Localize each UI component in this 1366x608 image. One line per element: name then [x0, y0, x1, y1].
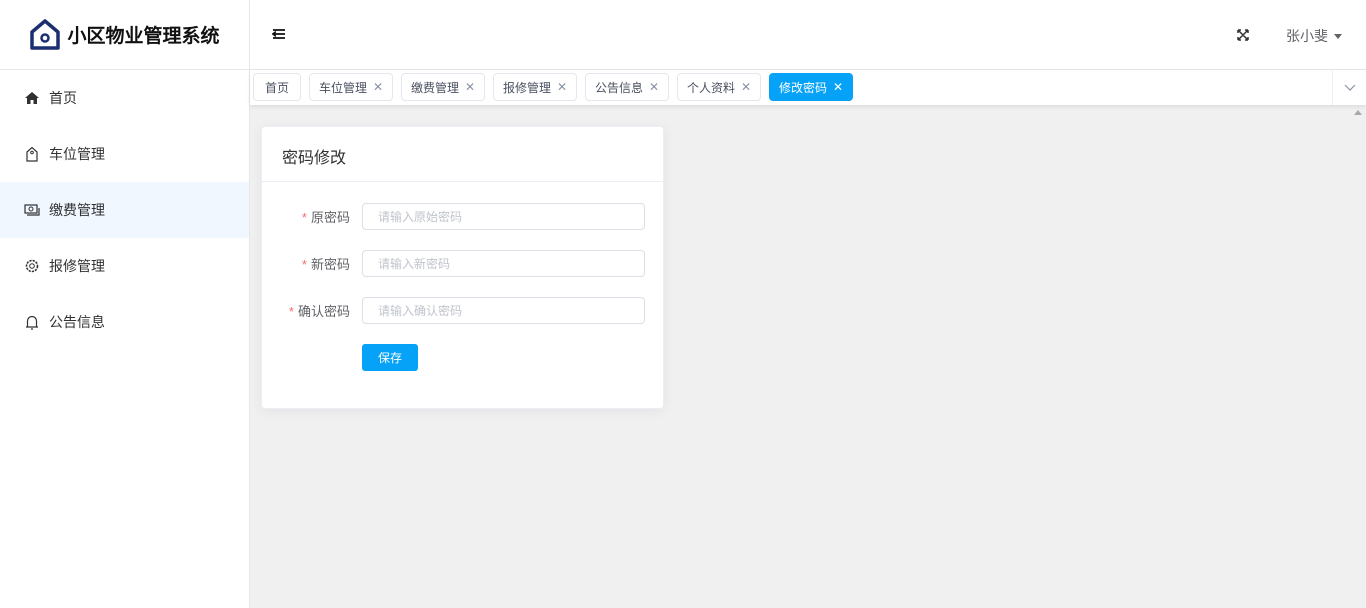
close-icon[interactable]: ✕: [557, 80, 567, 94]
tab-home[interactable]: 首页: [253, 73, 301, 101]
top-header: 张小斐: [250, 0, 1366, 70]
sidebar-item-repair[interactable]: 报修管理: [0, 238, 249, 294]
password-card: 密码修改 * 原密码 * 新密码 * 确认密码 保存: [261, 126, 664, 409]
field-label: * 确认密码: [262, 301, 350, 320]
sidebar-item-label: 首页: [49, 90, 77, 106]
old-password-input[interactable]: [362, 203, 645, 230]
sidebar-item-parking[interactable]: 车位管理: [0, 126, 249, 182]
tab-label: 修改密码: [778, 80, 827, 95]
tab-profile[interactable]: 个人资料 ✕: [677, 73, 761, 101]
tab-notice[interactable]: 公告信息 ✕: [585, 73, 669, 101]
tabs-bar: 首页 车位管理 ✕ 缴费管理 ✕ 报修管理 ✕ 公告信息 ✕ 个人资料 ✕ 修改密码 ✕: [250, 70, 1366, 105]
house-logo-icon: [30, 18, 61, 50]
logo: 小区物业管理系统: [0, 0, 249, 70]
gear-icon: [25, 259, 39, 273]
label-text: 新密码: [310, 257, 350, 272]
tab-label: 车位管理: [318, 80, 367, 95]
caret-down-icon: [1334, 33, 1342, 39]
tag-icon: [26, 146, 38, 162]
sidebar-item-label: 公告信息: [49, 314, 105, 330]
field-label: * 新密码: [262, 254, 350, 273]
close-icon[interactable]: ✕: [649, 80, 659, 94]
tab-label: 公告信息: [594, 80, 643, 95]
collapse-menu-icon[interactable]: [272, 27, 286, 41]
money-icon: [24, 204, 40, 216]
sidebar-item-label: 车位管理: [49, 146, 105, 162]
confirm-password-row: * 确认密码: [262, 297, 665, 324]
sidebar-item-notice[interactable]: 公告信息: [0, 294, 249, 350]
field-label: * 原密码: [262, 207, 350, 226]
sidebar-item-payment[interactable]: 缴费管理: [0, 182, 249, 238]
close-icon[interactable]: ✕: [833, 80, 843, 94]
tab-parking[interactable]: 车位管理 ✕: [309, 73, 393, 101]
chevron-down-icon: [1344, 84, 1355, 91]
tabs-more-button[interactable]: [1332, 70, 1366, 105]
required-mark: *: [301, 210, 307, 225]
required-mark: *: [288, 304, 294, 319]
bell-icon: [26, 315, 38, 330]
tab-label: 个人资料: [686, 80, 735, 95]
required-mark: *: [301, 257, 307, 272]
sidebar-item-home[interactable]: 首页: [0, 70, 249, 126]
close-icon[interactable]: ✕: [465, 80, 475, 94]
new-password-row: * 新密码: [262, 250, 665, 277]
card-title: 密码修改: [262, 127, 663, 182]
close-icon[interactable]: ✕: [741, 80, 751, 94]
fullscreen-icon[interactable]: [1236, 28, 1250, 42]
tab-label: 缴费管理: [410, 80, 459, 95]
sidebar-item-label: 缴费管理: [49, 202, 105, 218]
tab-payment[interactable]: 缴费管理 ✕: [401, 73, 485, 101]
save-button[interactable]: 保存: [362, 344, 418, 371]
user-name: 张小斐: [1286, 28, 1328, 44]
tab-repair[interactable]: 报修管理 ✕: [493, 73, 577, 101]
tab-change-password[interactable]: 修改密码 ✕: [769, 73, 853, 101]
label-text: 确认密码: [297, 304, 350, 319]
label-text: 原密码: [310, 210, 350, 225]
home-icon: [25, 92, 39, 104]
new-password-input[interactable]: [362, 250, 645, 277]
close-icon[interactable]: ✕: [373, 80, 383, 94]
app-title: 小区物业管理系统: [67, 26, 220, 47]
confirm-password-input[interactable]: [362, 297, 645, 324]
sidebar-item-label: 报修管理: [49, 258, 105, 274]
old-password-row: * 原密码: [262, 203, 665, 230]
sidebar: 小区物业管理系统 首页 车位管理 缴费管理 报修管理 公告信息: [0, 0, 250, 608]
scroll-up-arrow[interactable]: [1354, 110, 1362, 115]
tab-label: 报修管理: [502, 80, 551, 95]
user-dropdown[interactable]: 张小斐: [1286, 26, 1342, 46]
tab-label: 首页: [264, 80, 289, 95]
